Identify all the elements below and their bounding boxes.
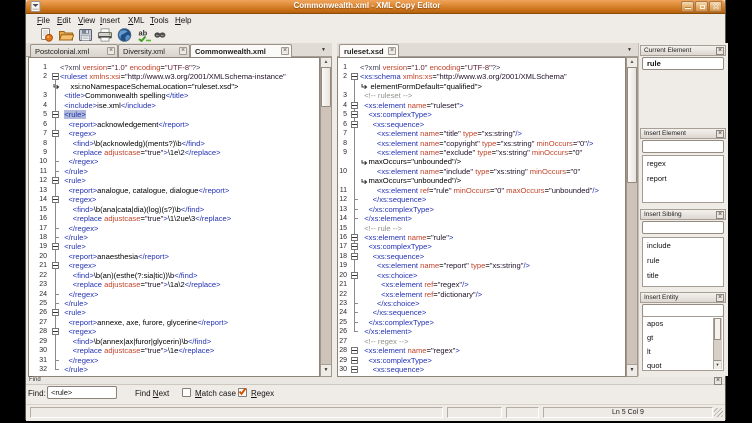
- svg-text:ab: ab: [139, 29, 148, 38]
